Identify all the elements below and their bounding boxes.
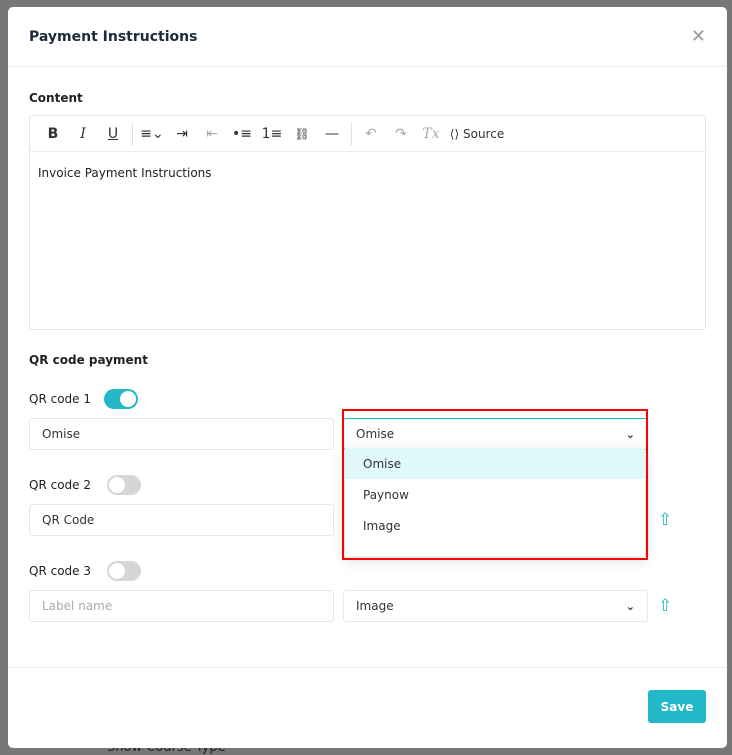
numbered-list-icon[interactable]: 1≡ <box>257 126 287 142</box>
redo-icon[interactable]: ↷ <box>386 126 416 142</box>
qr-code-1-label: QR code 1 <box>29 392 91 406</box>
save-button[interactable]: Save <box>648 690 706 723</box>
indent-icon[interactable]: ⇥ <box>167 126 197 142</box>
rich-text-editor: B I U ≡⌄ ⇥ ⇤ •≡ 1≡ ⛓ — ↶ ↷ Tx ⟨⟩ Source … <box>29 115 706 330</box>
selected-value: Omise <box>356 427 395 441</box>
bulleted-list-icon[interactable]: •≡ <box>227 126 257 142</box>
divider <box>351 121 352 146</box>
underline-icon[interactable]: U <box>98 126 128 142</box>
content-label: Content <box>29 91 83 105</box>
clear-format-icon[interactable]: Tx <box>416 126 446 142</box>
dropdown-option[interactable]: Image <box>345 510 645 541</box>
dropdown-option[interactable]: Paynow <box>345 479 645 510</box>
outdent-icon[interactable]: ⇤ <box>197 126 227 142</box>
qr-code-3-name-input[interactable]: Label name <box>29 590 334 622</box>
qr-code-3-label: QR code 3 <box>29 564 91 578</box>
link-icon[interactable]: ⛓ <box>287 127 317 141</box>
undo-icon[interactable]: ↶ <box>356 126 386 142</box>
upload-cloud-icon[interactable]: ⇧ <box>658 510 672 530</box>
qr-code-2-label: QR code 2 <box>29 478 91 492</box>
qr-type-dropdown-menu: Omise Paynow Image <box>345 448 645 556</box>
qr-code-2-name-input[interactable]: QR Code <box>29 504 334 536</box>
bold-icon[interactable]: B <box>38 126 68 142</box>
source-button[interactable]: ⟨⟩ Source <box>446 127 508 141</box>
divider <box>132 121 133 146</box>
upload-cloud-icon[interactable]: ⇧ <box>658 596 672 616</box>
qr-code-1-toggle[interactable] <box>104 389 138 409</box>
qr-code-3-toggle[interactable] <box>107 561 141 581</box>
selected-value: Image <box>356 599 394 613</box>
italic-icon[interactable]: I <box>68 126 98 142</box>
editor-toolbar: B I U ≡⌄ ⇥ ⇤ •≡ 1≡ ⛓ — ↶ ↷ Tx ⟨⟩ Source <box>30 116 705 152</box>
horizontal-line-icon[interactable]: — <box>317 126 347 142</box>
editor-content[interactable]: Invoice Payment Instructions <box>30 152 705 194</box>
align-icon[interactable]: ≡⌄ <box>137 126 167 142</box>
qr-code-3-type-select[interactable]: Image ⌄ <box>343 590 648 622</box>
qr-code-1-type-select[interactable]: Omise ⌄ <box>343 418 648 450</box>
chevron-down-icon: ⌄ <box>625 599 635 613</box>
qr-section-label: QR code payment <box>29 353 148 367</box>
qr-code-1-name-input[interactable]: Omise <box>29 418 334 450</box>
footer-divider <box>8 667 727 668</box>
source-label: Source <box>462 126 505 141</box>
payment-instructions-modal: Payment Instructions ✕ Content B I U ≡⌄ … <box>8 7 727 748</box>
close-icon[interactable]: ✕ <box>691 26 706 47</box>
chevron-down-icon: ⌄ <box>625 427 635 441</box>
modal-title: Payment Instructions <box>29 28 198 45</box>
dropdown-option[interactable]: Omise <box>345 448 645 479</box>
qr-code-2-toggle[interactable] <box>107 475 141 495</box>
